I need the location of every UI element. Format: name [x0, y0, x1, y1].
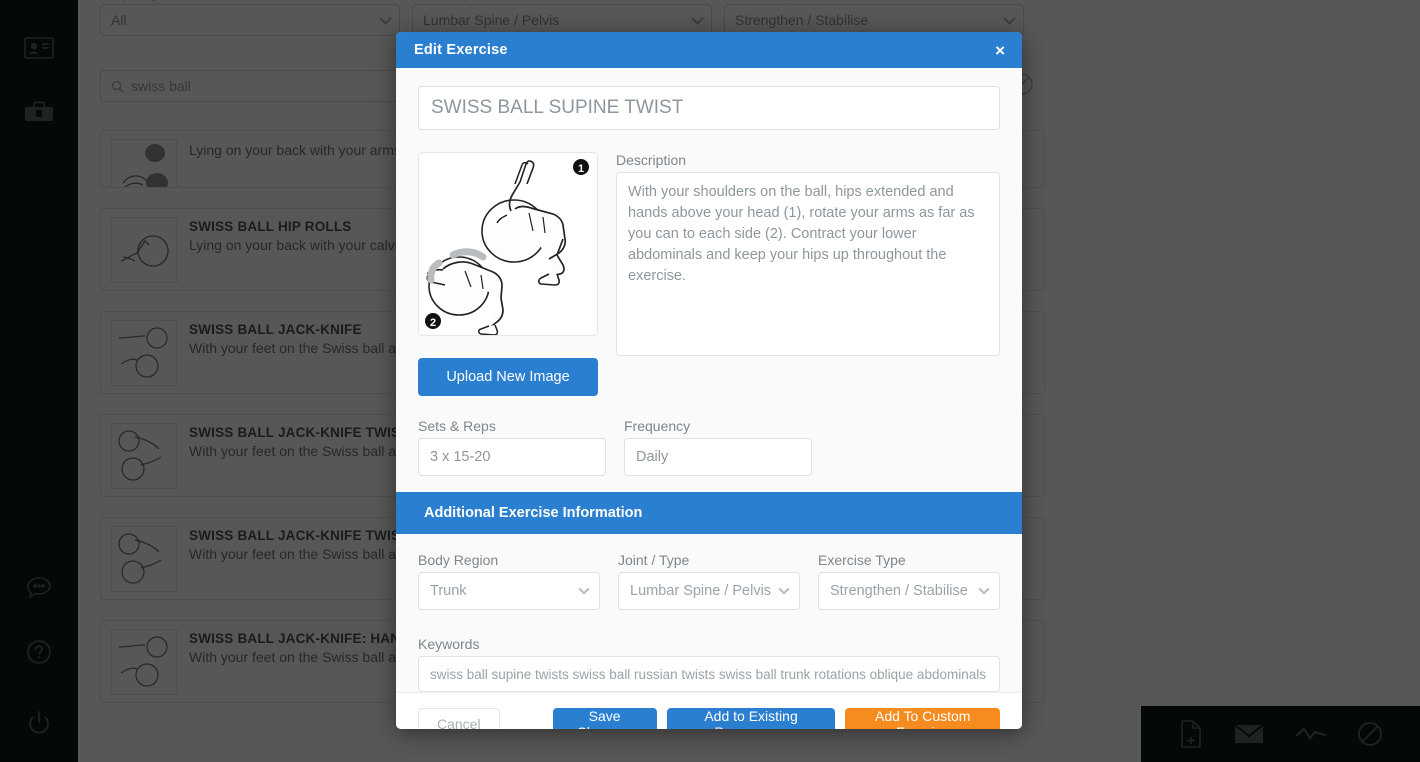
joint-type-label: Joint / Type [618, 552, 690, 568]
sets-reps-label: Sets & Reps [418, 418, 496, 434]
exercise-type-select[interactable]: Strengthen / Stabilise [818, 572, 1000, 610]
exercise-illustration: 1 2 [418, 152, 598, 336]
body-region-select[interactable]: Trunk [418, 572, 600, 610]
exercise-name-input[interactable] [418, 86, 1000, 130]
add-to-existing-programme-button[interactable]: Add to Existing Programme [666, 707, 836, 729]
exercise-type-value: Strengthen / Stabilise [830, 583, 968, 599]
step-1-label: 1 [578, 163, 584, 175]
keywords-label: Keywords [418, 636, 480, 652]
sets-reps-field: Sets & Reps [418, 418, 606, 476]
sets-frequency-row: Sets & Reps Frequency [418, 418, 1000, 476]
joint-type-value: Lumbar Spine / Pelvis [630, 583, 772, 599]
image-description-row: 1 2 Upload New Image Description [418, 152, 1000, 396]
additional-info-section-header: Additional Exercise Information [396, 492, 1022, 534]
exercise-type-label: Exercise Type [818, 552, 906, 568]
joint-type-select[interactable]: Lumbar Spine / Pelvis [618, 572, 800, 610]
image-column: 1 2 Upload New Image [418, 152, 598, 396]
description-column: Description [616, 152, 1000, 396]
modal-footer: Cancel Save Changes Add to Existing Prog… [396, 692, 1022, 729]
joint-type-field: Joint / Type Lumbar Spine / Pelvis [618, 552, 800, 610]
cancel-button[interactable]: Cancel [418, 707, 500, 729]
upload-new-image-button[interactable]: Upload New Image [418, 358, 598, 396]
modal-body-primary: 1 2 Upload New Image Description Sets & … [396, 68, 1022, 492]
section-title: Additional Exercise Information [424, 505, 643, 521]
edit-exercise-modal: Edit Exercise × SWISS BALL SUPINE TWIST … [396, 32, 1022, 729]
body-region-value: Trunk [430, 583, 467, 599]
sets-reps-input[interactable] [418, 438, 606, 476]
step-2-label: 2 [430, 317, 436, 329]
body-region-label: Body Region [418, 552, 499, 568]
description-textarea[interactable] [616, 172, 1000, 356]
frequency-field: Frequency [624, 418, 812, 476]
frequency-label: Frequency [624, 418, 691, 434]
modal-header: Edit Exercise × [396, 32, 1022, 68]
keywords-input[interactable] [418, 656, 1000, 692]
modal-body-additional: Body Region Trunk Joint / Type Lumbar Sp… [396, 534, 1022, 692]
keywords-field: Keywords [418, 636, 1000, 692]
add-to-custom-exercise-button[interactable]: Add To Custom Exercise [845, 707, 1000, 729]
save-changes-button[interactable]: Save Changes [552, 707, 657, 729]
body-region-field: Body Region Trunk [418, 552, 600, 610]
chevron-down-icon [778, 583, 790, 595]
frequency-input[interactable] [624, 438, 812, 476]
description-label: Description [616, 152, 687, 168]
modal-title: Edit Exercise [414, 42, 508, 58]
additional-selects-row: Body Region Trunk Joint / Type Lumbar Sp… [418, 552, 1000, 610]
exercise-type-field: Exercise Type Strengthen / Stabilise [818, 552, 1000, 610]
chevron-down-icon [978, 583, 990, 595]
close-icon[interactable]: × [992, 40, 1008, 61]
app-root: Body Region All Joint / Type Lumbar Spin… [0, 0, 1420, 762]
chevron-down-icon [578, 583, 590, 595]
